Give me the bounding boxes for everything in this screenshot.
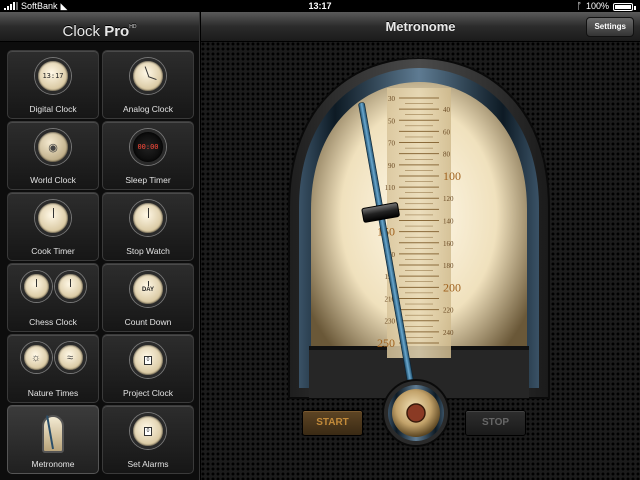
scale-label: 220 <box>443 307 454 315</box>
scale-label: 230 <box>385 318 396 326</box>
sidebar-item-label: Stop Watch <box>126 246 170 256</box>
scale-label: 240 <box>443 329 454 337</box>
scale-label: 60 <box>443 128 451 136</box>
main-panel: Metronome Settings 30 50 70 90 110 210 2… <box>201 12 640 480</box>
scale-label: 110 <box>385 184 396 192</box>
sidebar-item-label: Analog Clock <box>122 104 174 114</box>
app-title-text: Clock <box>62 23 101 40</box>
sidebar-item-count-down[interactable]: DAY Count Down <box>102 263 194 332</box>
status-bar: SoftBank ◣ 13:17 ᚩ 100% <box>0 0 640 12</box>
sidebar-item-world-clock[interactable]: ◉ World Clock <box>7 121 99 190</box>
sidebar-item-digital-clock[interactable]: 13:17 Digital Clock <box>7 50 99 119</box>
app-title-pro: Pro <box>104 23 130 40</box>
stop-button[interactable]: STOP <box>465 410 526 436</box>
sidebar-item-label: Count Down <box>124 317 172 327</box>
sidebar: Clock ProHD 13:17 Digital Clock Analog C… <box>0 12 200 480</box>
sidebar-item-label: Chess Clock <box>29 317 77 327</box>
status-time: 13:17 <box>308 1 332 11</box>
sidebar-item-metronome[interactable]: Metronome <box>7 405 99 474</box>
scale-label: 250 <box>377 336 395 350</box>
sidebar-item-sleep-timer[interactable]: 00:00 Sleep Timer <box>102 121 194 190</box>
scale-label: 120 <box>443 195 454 203</box>
sidebar-item-stop-watch[interactable]: Stop Watch <box>102 192 194 261</box>
count-down-icon: DAY <box>130 271 166 307</box>
digital-clock-icon: 13:17 <box>35 58 71 94</box>
battery-icon <box>613 2 633 11</box>
sidebar-item-nature-times[interactable]: ☼ ≈ Nature Times <box>7 334 99 403</box>
sidebar-item-label: Metronome <box>31 459 75 469</box>
battery-percent: 100% <box>585 1 609 11</box>
scale-label: 90 <box>388 162 396 170</box>
scale-label: 140 <box>443 218 454 226</box>
sidebar-item-analog-clock[interactable]: Analog Clock <box>102 50 194 119</box>
sidebar-item-label: Digital Clock <box>29 104 77 114</box>
alarm-icon: 0 <box>130 413 166 449</box>
sidebar-item-chess-clock[interactable]: Chess Clock <box>7 263 99 332</box>
scale-label: 200 <box>443 280 461 294</box>
sidebar-item-label: Cook Timer <box>31 246 75 256</box>
bluetooth-icon: ᚩ <box>576 1 582 11</box>
sidebar-item-set-alarms[interactable]: 0 Set Alarms <box>102 405 194 474</box>
scale-label: 180 <box>443 262 454 270</box>
app-title-hd-badge: HD <box>129 24 137 30</box>
globe-icon: ◉ <box>35 129 71 165</box>
scale-label: 80 <box>443 151 451 159</box>
nature-times-icon: ☼ ≈ <box>8 342 98 373</box>
scale-label: 160 <box>443 240 454 248</box>
analog-clock-icon <box>130 58 166 94</box>
sun-icon: ☼ <box>20 342 52 373</box>
sidebar-item-label: Project Clock <box>122 388 174 398</box>
waves-icon: ≈ <box>54 342 86 373</box>
project-clock-icon: 0 <box>130 342 166 378</box>
scale-label: 100 <box>443 169 461 183</box>
chess-clock-icon <box>8 271 98 302</box>
feature-grid: 13:17 Digital Clock Analog Clock ◉ World… <box>7 50 194 474</box>
metronome-device: 3050709011013015017019021023025040608010… <box>288 58 550 447</box>
sidebar-item-project-clock[interactable]: 0 Project Clock <box>102 334 194 403</box>
sidebar-item-label: Set Alarms <box>127 459 169 469</box>
sidebar-item-cook-timer[interactable]: Cook Timer <box>7 192 99 261</box>
sidebar-item-label: World Clock <box>30 175 76 185</box>
scale-label: 30 <box>388 95 396 103</box>
sleep-timer-icon: 00:00 <box>130 129 166 165</box>
page-title: Metronome <box>201 12 640 42</box>
cook-timer-icon <box>35 200 71 236</box>
sidebar-item-label: Nature Times <box>27 388 79 398</box>
app-title: Clock ProHD <box>0 12 199 42</box>
scale-label: 50 <box>388 117 396 125</box>
start-button[interactable]: START <box>302 410 363 436</box>
scale-label: 40 <box>443 106 451 114</box>
scale-label: 70 <box>388 140 396 148</box>
metronome-icon <box>42 413 64 453</box>
settings-button[interactable]: Settings <box>586 17 634 37</box>
stopwatch-icon <box>130 200 166 236</box>
sidebar-item-label: Sleep Timer <box>125 175 171 185</box>
